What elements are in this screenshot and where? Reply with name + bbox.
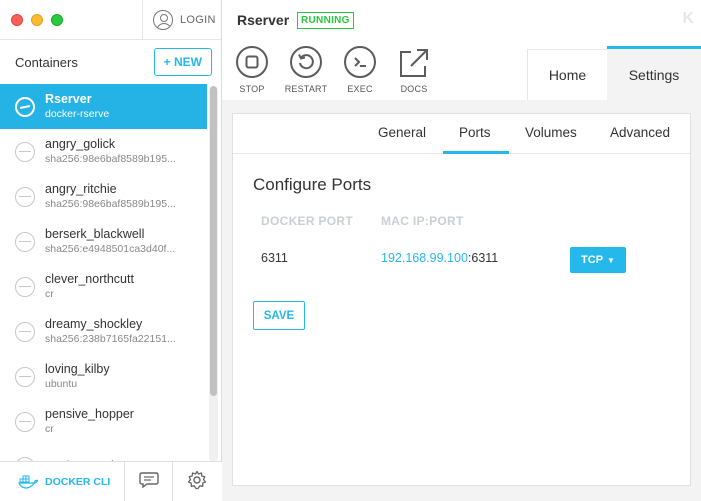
docs-button[interactable]: DOCS <box>391 46 437 94</box>
container-stopped-icon <box>15 366 35 387</box>
container-stopped-icon <box>15 141 35 162</box>
container-stopped-icon <box>15 321 35 342</box>
container-name: angry_golick <box>45 136 116 151</box>
docker-cli-button[interactable]: DOCKER CLI <box>0 462 125 501</box>
container-item-dreamy-shockley[interactable]: dreamy_shockley sha256:238b7165fa22151... <box>0 309 207 354</box>
settings-subtabs: General Ports Volumes Advanced <box>233 114 690 154</box>
sidebar-bottom-bar: DOCKER CLI <box>0 461 222 501</box>
mac-ip-port-header: MAC IP:PORT <box>381 214 464 228</box>
preferences-button[interactable] <box>173 462 221 501</box>
container-image: sha256:98e6baf8589b195... <box>45 197 176 210</box>
user-icon <box>153 10 173 30</box>
gear-icon <box>187 470 207 495</box>
container-image: cr <box>45 422 54 435</box>
container-image: sha256:e4948501ca3d40f... <box>45 242 176 255</box>
container-name: pensive_hopper <box>45 406 134 421</box>
status-badge: RUNNING <box>297 12 354 29</box>
ip-address-link[interactable]: 192.168.99.100 <box>381 251 468 265</box>
port-suffix: :6311 <box>467 251 499 265</box>
subtab-volumes[interactable]: Volumes <box>525 125 577 140</box>
configure-ports-title: Configure Ports <box>253 175 372 194</box>
container-list: Rserver docker-rserve angry_golick sha256:… <box>0 84 207 462</box>
container-name: clever_northcutt <box>45 271 134 286</box>
containers-title: Containers <box>15 54 78 70</box>
container-name: loving_kilby <box>45 361 110 376</box>
container-list-scrollbar[interactable] <box>209 86 218 462</box>
container-stopped-icon <box>15 411 35 432</box>
container-image: ubuntu <box>45 377 78 390</box>
container-title: Rserver <box>237 12 290 28</box>
docker-cli-label: DOCKER CLI <box>45 476 111 488</box>
close-window-button[interactable] <box>11 13 23 26</box>
zoom-window-button[interactable] <box>51 13 63 26</box>
docker-port-header: DOCKER PORT <box>261 214 353 228</box>
save-button[interactable]: SAVE <box>253 301 305 330</box>
external-link-icon <box>397 46 431 80</box>
docker-whale-icon <box>18 474 39 490</box>
container-image: sha256:238b7165fa22151... <box>45 332 176 345</box>
new-container-button[interactable]: + NEW <box>153 48 212 76</box>
container-name: angry_ritchie <box>45 181 117 196</box>
exec-button[interactable]: EXEC <box>337 46 383 94</box>
exec-label: EXEC <box>347 84 373 94</box>
docker-port-value: 6311 <box>261 251 288 265</box>
restart-label: RESTART <box>284 84 328 94</box>
stop-label: STOP <box>239 84 265 94</box>
container-stopped-icon <box>15 276 35 297</box>
sidebar: LOGIN Containers + NEW Rserver docker-rse… <box>0 0 222 501</box>
docs-label: DOCS <box>400 84 428 94</box>
container-image: sha256:98e6baf8589b195... <box>45 152 176 165</box>
active-subtab-indicator <box>443 151 509 154</box>
protocol-label: TCP <box>581 254 604 266</box>
container-name: berserk_blackwell <box>45 226 145 241</box>
container-item-angry-golick[interactable]: angry_golick sha256:98e6baf8589b195... <box>0 129 207 174</box>
container-name: dreamy_shockley <box>45 316 143 331</box>
subtab-general[interactable]: General <box>378 125 426 140</box>
stop-icon <box>236 46 268 78</box>
container-stopped-icon <box>15 186 35 207</box>
settings-panel: General Ports Volumes Advanced Configure… <box>232 113 691 486</box>
container-item-loving-kilby[interactable]: loving_kilby ubuntu <box>0 354 207 399</box>
container-item-tender-austin[interactable]: tender_austin <box>0 444 207 462</box>
main-area: Rserver RUNNING K STOP RESTART EXEC DOCS… <box>222 0 701 501</box>
tab-home[interactable]: Home <box>527 49 607 100</box>
kitematic-logo: K <box>682 10 694 27</box>
login-button[interactable]: LOGIN <box>142 0 222 40</box>
container-name: Rserver <box>45 91 92 106</box>
login-label: LOGIN <box>180 14 216 26</box>
container-item-angry-ritchie[interactable]: angry_ritchie sha256:98e6baf8589b195... <box>0 174 207 219</box>
container-item-rserver[interactable]: Rserver docker-rserve <box>0 84 207 129</box>
container-item-berserk-blackwell[interactable]: berserk_blackwell sha256:e4948501ca3d40f.… <box>0 219 207 264</box>
container-image: cr <box>45 287 54 300</box>
minimize-window-button[interactable] <box>31 13 43 26</box>
container-running-icon <box>15 96 35 117</box>
restart-icon <box>290 46 322 78</box>
stop-button[interactable]: STOP <box>229 46 275 94</box>
container-stopped-icon <box>15 231 35 252</box>
terminal-icon <box>344 46 376 78</box>
container-item-pensive-hopper[interactable]: pensive_hopper cr <box>0 399 207 444</box>
caret-down-icon: ▼ <box>607 255 615 265</box>
restart-button[interactable]: RESTART <box>283 46 329 94</box>
scrollbar-thumb[interactable] <box>210 86 217 396</box>
mac-ip-port-value: 192.168.99.100:6311 <box>381 251 498 265</box>
feedback-button[interactable] <box>125 462 173 501</box>
protocol-dropdown[interactable]: TCP ▼ <box>570 247 626 273</box>
subtab-ports[interactable]: Ports <box>459 125 491 140</box>
window-titlebar: LOGIN <box>0 0 221 40</box>
container-image: docker-rserve <box>45 107 110 120</box>
tab-settings[interactable]: Settings <box>607 46 701 100</box>
container-item-clever-northcutt[interactable]: clever_northcutt cr <box>0 264 207 309</box>
subtab-advanced[interactable]: Advanced <box>610 125 670 140</box>
chat-bubble-icon <box>138 471 159 494</box>
containers-header: Containers + NEW <box>0 40 221 84</box>
